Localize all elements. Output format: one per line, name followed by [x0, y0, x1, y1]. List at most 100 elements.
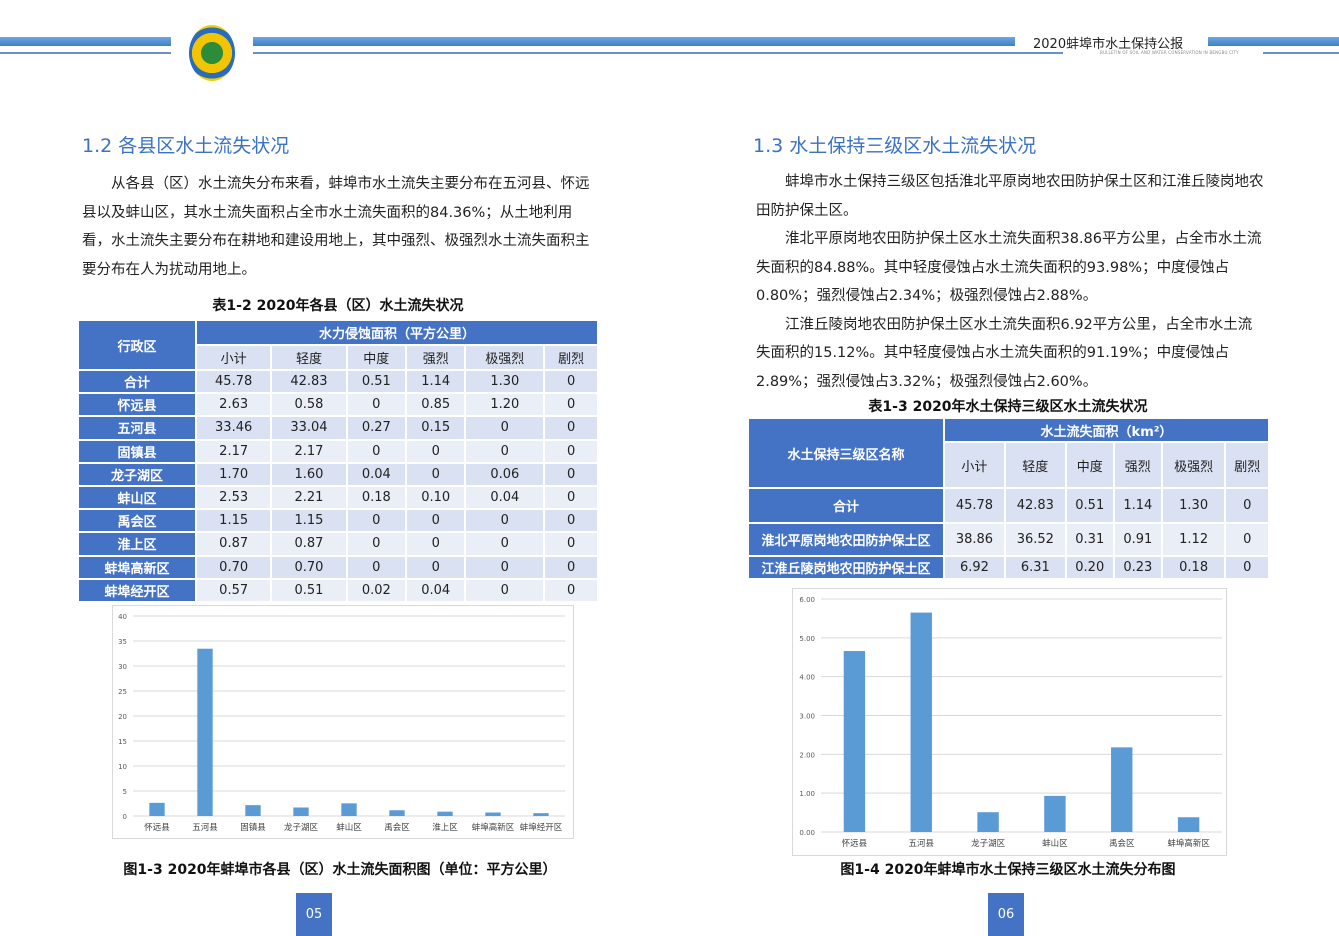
y-tick-label: 3.00	[799, 713, 815, 721]
table-row: 怀远县 2.63 0.58 0 0.85 1.20 0	[77, 392, 599, 418]
x-tick-label: 蚌埠高新区	[472, 822, 515, 833]
y-tick-label: 4.00	[799, 674, 815, 682]
table-row: 江淮丘陵岗地农田防护保土区 6.92 6.31 0.20 0.23 0.18 0	[747, 555, 1270, 580]
table-cell: 0	[543, 531, 599, 557]
table-row: 蚌埠高新区 0.70 0.70 0 0 0 0	[77, 554, 599, 580]
table-cell: 0.10	[405, 484, 467, 511]
header-line	[0, 52, 171, 54]
bar	[977, 812, 999, 832]
table-cell: 0	[543, 484, 599, 511]
row-label: 五河县	[77, 415, 197, 441]
table-cell: 0	[464, 415, 546, 441]
table-cell: 0	[1224, 555, 1270, 580]
y-tick-label: 2.00	[799, 751, 815, 759]
table-cell: 1.70	[194, 461, 273, 487]
table-cell: 1.60	[270, 461, 348, 487]
table-cell: 1.15	[270, 508, 348, 534]
paragraph-text: 淮北平原岗地农田防护保土区水土流失面积38.86平方公里，占全市水土流失面积的8…	[756, 231, 1262, 304]
table-cell: 0.06	[464, 461, 546, 487]
table-cell: 0	[405, 438, 467, 464]
table-cell: 0.27	[345, 415, 408, 441]
column-header: 剧烈	[1224, 441, 1270, 489]
x-tick-label: 怀远县	[842, 838, 868, 849]
column-header: 小计	[194, 344, 273, 371]
table-cell: 33.46	[194, 415, 273, 441]
paragraph-text: 江淮丘陵岗地农田防护保土区水土流失面积6.92平方公里，占全市水土流失面积的15…	[756, 316, 1253, 390]
table-cell: 2.17	[194, 438, 273, 464]
x-tick-label: 禹会区	[1109, 838, 1135, 849]
table-cell: 1.12	[1160, 522, 1227, 557]
y-tick-label: 5	[123, 788, 127, 796]
bar	[293, 807, 309, 816]
table-cell: 0.18	[1160, 555, 1227, 580]
x-tick-label: 蚌埠经开区	[520, 822, 563, 833]
table-cell: 0	[464, 508, 546, 534]
y-tick-label: 10	[118, 763, 127, 771]
figure-caption: 图1-4 2020年蚌埠市水土保持三级区水土流失分布图	[840, 862, 1176, 878]
table-cell: 0	[543, 415, 599, 441]
row-label: 江淮丘陵岗地农田防护保土区	[747, 555, 945, 580]
table-row: 合计 45.78 42.83 0.51 1.14 1.30 0	[747, 487, 1270, 524]
table-cell: 45.78	[943, 487, 1006, 524]
column-header: 极强烈	[464, 344, 546, 371]
corner-header: 水土保持三级区名称	[747, 417, 945, 489]
table-row: 禹会区 1.15 1.15 0 0 0 0	[77, 508, 599, 534]
figure-caption: 图1-3 2020年蚌埠市各县（区）水土流失面积图（单位：平方公里）	[123, 862, 557, 878]
zone-erosion-bar-chart: 0.00 1.00 2.00 3.00 4.00 5.00 6.00 怀远县 五河县 龙子湖区 蚌山…	[792, 588, 1227, 856]
table-cell: 42.83	[1003, 487, 1067, 524]
bar	[1111, 747, 1133, 832]
y-tick-label: 6.00	[799, 596, 815, 604]
table-row: 合计 45.78 42.83 0.51 1.14 1.30 0	[77, 368, 599, 395]
x-tick-label: 蚌山区	[336, 822, 362, 833]
table-cell: 0.04	[405, 577, 467, 603]
table-cell: 0	[345, 531, 408, 557]
row-label: 合计	[77, 368, 197, 395]
x-tick-label: 蚌山区	[1042, 838, 1068, 849]
row-label: 蚌埠经开区	[77, 577, 197, 603]
table-cell: 0	[345, 392, 408, 418]
x-tick-label: 龙子湖区	[971, 838, 1006, 849]
table-cell: 0	[464, 438, 546, 464]
table-cell: 0	[464, 577, 546, 603]
table-cell: 0	[405, 554, 467, 580]
bar	[245, 805, 261, 816]
column-header: 强烈	[405, 344, 467, 371]
row-label: 怀远县	[77, 392, 197, 418]
bar	[389, 810, 405, 816]
row-label: 固镇县	[77, 438, 197, 464]
table-cell: 0.70	[194, 554, 273, 580]
table-cell: 0.87	[194, 531, 273, 557]
county-erosion-table: 行政区 水力侵蚀面积（平方公里） 小计 轻度 中度 强烈 极强烈 剧烈 合计 45.78 42.83…	[77, 319, 599, 603]
table-cell: 2.63	[194, 392, 273, 418]
table-cell: 0.18	[345, 484, 408, 511]
table-cell: 0	[405, 461, 467, 487]
table-cell: 0.91	[1112, 522, 1163, 557]
group-header: 水力侵蚀面积（平方公里）	[195, 319, 599, 346]
zone-erosion-table: 水土保持三级区名称 水土流失面积（km²） 小计 轻度 中度 强烈 极强烈 剧烈 合计 45.78…	[747, 417, 1270, 580]
table-caption: 表1-2 2020年各县（区）水土流失状况	[212, 298, 464, 314]
table-cell: 0.51	[345, 368, 408, 395]
section-title: 1.3 水土保持三级区水土流失状况	[753, 135, 1037, 157]
table-cell: 0.70	[270, 554, 348, 580]
table-cell: 1.14	[405, 368, 467, 395]
bar	[485, 812, 501, 816]
table-cell: 33.04	[270, 415, 348, 441]
page-number: 06	[988, 893, 1024, 936]
column-header: 强烈	[1112, 441, 1163, 489]
column-header: 小计	[943, 441, 1006, 489]
table-cell: 45.78	[194, 368, 273, 395]
table-cell: 0	[543, 368, 599, 395]
table-cell: 0	[405, 508, 467, 534]
table-cell: 1.20	[464, 392, 546, 418]
table-row: 淮上区 0.87 0.87 0 0 0 0	[77, 531, 599, 557]
table-cell: 0.20	[1064, 555, 1115, 580]
table-cell: 0.31	[1064, 522, 1115, 557]
table-row: 蚌埠经开区 0.57 0.51 0.02 0.04 0 0	[77, 577, 599, 603]
y-tick-label: 20	[118, 713, 127, 721]
column-header: 中度	[345, 344, 408, 371]
corner-header: 行政区	[77, 319, 197, 371]
x-tick-label: 禹会区	[384, 822, 410, 833]
table-cell: 0.02	[345, 577, 408, 603]
paragraph-text: 从各县（区）水土流失分布来看，蚌埠市水土流失主要分布在五河县、怀远县以及蚌山区，…	[82, 176, 590, 278]
table-row: 蚌山区 2.53 2.21 0.18 0.10 0.04 0	[77, 484, 599, 511]
